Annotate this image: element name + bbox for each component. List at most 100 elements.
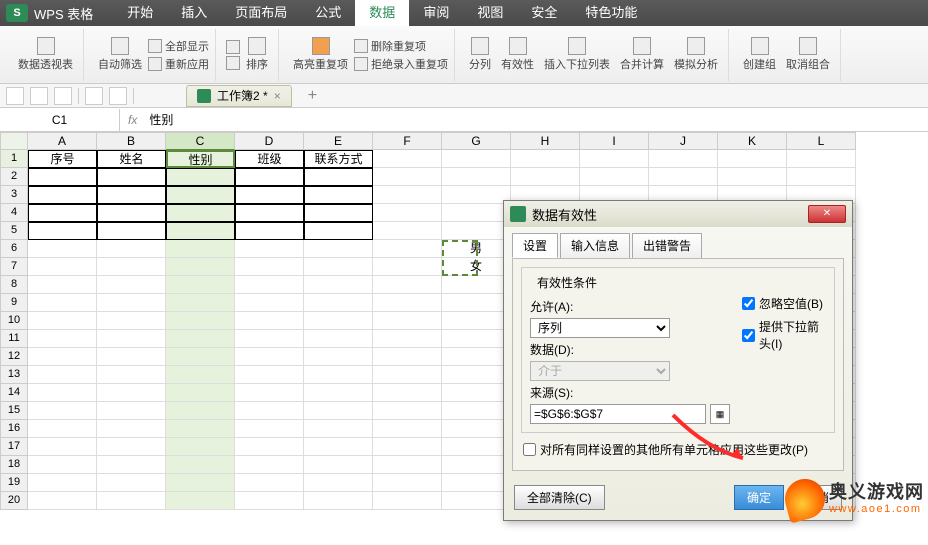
cell-A4[interactable] [28,204,97,222]
cell-E20[interactable] [304,492,373,510]
formula-value[interactable]: 性别 [145,111,177,128]
cell-D10[interactable] [235,312,304,330]
tab-input-message[interactable]: 输入信息 [560,233,630,258]
row-5[interactable]: 5 [0,222,28,240]
dialog-close-button[interactable]: ✕ [808,205,846,223]
cell-B17[interactable] [97,438,166,456]
col-F[interactable]: F [373,132,442,150]
col-L[interactable]: L [787,132,856,150]
cell-I2[interactable] [580,168,649,186]
cell-D18[interactable] [235,456,304,474]
cell-C19[interactable] [166,474,235,492]
menu-formula[interactable]: 公式 [301,0,355,26]
cell-B4[interactable] [97,204,166,222]
cell-D11[interactable] [235,330,304,348]
cell-E11[interactable] [304,330,373,348]
col-K[interactable]: K [718,132,787,150]
cell-J2[interactable] [649,168,718,186]
cell-F4[interactable] [373,204,442,222]
cell-E1[interactable]: 联系方式 [304,150,373,168]
cell-F14[interactable] [373,384,442,402]
cell-F16[interactable] [373,420,442,438]
cell-G17[interactable] [442,438,511,456]
cell-C17[interactable] [166,438,235,456]
cell-B14[interactable] [97,384,166,402]
cell-D7[interactable] [235,258,304,276]
cell-C6[interactable] [166,240,235,258]
cell-E14[interactable] [304,384,373,402]
new-tab-button[interactable]: + [298,87,327,105]
ungroup-button[interactable]: 取消组合 [782,35,834,74]
row-8[interactable]: 8 [0,276,28,294]
cell-J1[interactable] [649,150,718,168]
tab-error-alert[interactable]: 出错警告 [632,233,702,258]
cell-D16[interactable] [235,420,304,438]
cell-F8[interactable] [373,276,442,294]
row-12[interactable]: 12 [0,348,28,366]
qat-undo[interactable] [30,87,48,105]
cell-A6[interactable] [28,240,97,258]
cell-F11[interactable] [373,330,442,348]
cell-K2[interactable] [718,168,787,186]
cell-B10[interactable] [97,312,166,330]
cell-D9[interactable] [235,294,304,312]
document-tab[interactable]: 工作簿2 * × [186,85,292,107]
cell-C12[interactable] [166,348,235,366]
cell-F20[interactable] [373,492,442,510]
cell-G8[interactable] [442,276,511,294]
dropdown-arrow-checkbox[interactable] [742,329,755,342]
menu-view[interactable]: 视图 [463,0,517,26]
cell-B6[interactable] [97,240,166,258]
menu-review[interactable]: 审阅 [409,0,463,26]
pivot-button[interactable]: 数据透视表 [14,35,77,74]
cell-A18[interactable] [28,456,97,474]
cell-C18[interactable] [166,456,235,474]
cell-A11[interactable] [28,330,97,348]
cell-A12[interactable] [28,348,97,366]
cell-G15[interactable] [442,402,511,420]
cell-C1[interactable]: 性别 [166,150,235,168]
cell-A8[interactable] [28,276,97,294]
menu-data[interactable]: 数据 [355,0,409,26]
cell-A9[interactable] [28,294,97,312]
menu-security[interactable]: 安全 [517,0,571,26]
cell-F12[interactable] [373,348,442,366]
qat-print[interactable] [85,87,103,105]
cell-E17[interactable] [304,438,373,456]
cell-E16[interactable] [304,420,373,438]
cell-K1[interactable] [718,150,787,168]
consolidate-button[interactable]: 合并计算 [616,35,668,74]
cell-G2[interactable] [442,168,511,186]
cell-A10[interactable] [28,312,97,330]
row-1[interactable]: 1 [0,150,28,168]
cell-B19[interactable] [97,474,166,492]
cell-G11[interactable] [442,330,511,348]
cell-A1[interactable]: 序号 [28,150,97,168]
cell-E9[interactable] [304,294,373,312]
cell-C3[interactable] [166,186,235,204]
cell-E3[interactable] [304,186,373,204]
row-19[interactable]: 19 [0,474,28,492]
cell-D6[interactable] [235,240,304,258]
cell-D20[interactable] [235,492,304,510]
cell-A2[interactable] [28,168,97,186]
cell-G7[interactable]: 女 [442,258,511,276]
row-14[interactable]: 14 [0,384,28,402]
cell-C4[interactable] [166,204,235,222]
cell-F13[interactable] [373,366,442,384]
col-H[interactable]: H [511,132,580,150]
col-B[interactable]: B [97,132,166,150]
tab-settings[interactable]: 设置 [512,233,558,258]
row-16[interactable]: 16 [0,420,28,438]
cell-G9[interactable] [442,294,511,312]
autofilter-button[interactable]: 自动筛选 [94,35,146,74]
cell-G5[interactable] [442,222,511,240]
cell-C10[interactable] [166,312,235,330]
cell-F10[interactable] [373,312,442,330]
cell-B5[interactable] [97,222,166,240]
cell-F17[interactable] [373,438,442,456]
cell-E6[interactable] [304,240,373,258]
col-G[interactable]: G [442,132,511,150]
close-tab-icon[interactable]: × [274,89,281,103]
qat-save[interactable] [6,87,24,105]
